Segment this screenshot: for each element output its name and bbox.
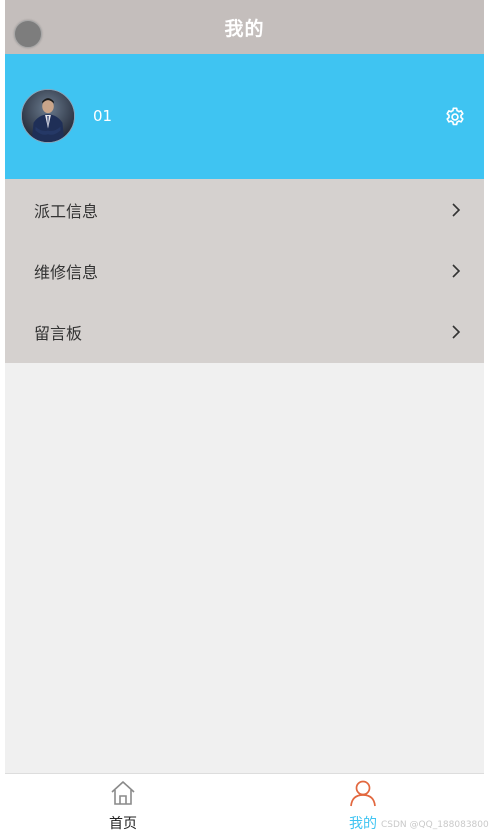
page-title: 我的 xyxy=(224,17,265,40)
menu-item-label: 派工信息 xyxy=(34,201,99,221)
home-icon xyxy=(109,779,137,807)
top-nav-bar: 我的 xyxy=(5,0,484,54)
username: 01 xyxy=(93,107,113,125)
menu-item-repair-info[interactable]: 维修信息 xyxy=(5,240,484,301)
floating-assistive-button[interactable] xyxy=(14,20,42,48)
gear-icon xyxy=(446,107,464,126)
profile-card: 01 xyxy=(5,54,484,179)
person-photo-avatar-icon xyxy=(22,90,74,142)
menu-item-label: 维修信息 xyxy=(34,262,99,282)
app-screen: 我的 01 派工信息 维修信息 留言板 首页 我的 xyxy=(5,0,484,837)
avatar[interactable] xyxy=(21,89,75,143)
menu-item-dispatch-info[interactable]: 派工信息 xyxy=(5,179,484,240)
chevron-right-icon xyxy=(449,263,463,279)
menu-list: 派工信息 维修信息 留言板 xyxy=(5,179,484,363)
menu-item-label: 留言板 xyxy=(34,324,83,344)
chevron-right-icon xyxy=(449,202,463,218)
tab-home[interactable]: 首页 xyxy=(63,774,183,837)
person-icon xyxy=(349,779,377,807)
watermark: CSDN @QQ_188083800 xyxy=(381,820,489,830)
settings-button[interactable] xyxy=(444,106,466,128)
chevron-right-icon xyxy=(449,324,463,340)
tab-label: 首页 xyxy=(109,816,137,832)
menu-item-message-board[interactable]: 留言板 xyxy=(5,302,484,363)
